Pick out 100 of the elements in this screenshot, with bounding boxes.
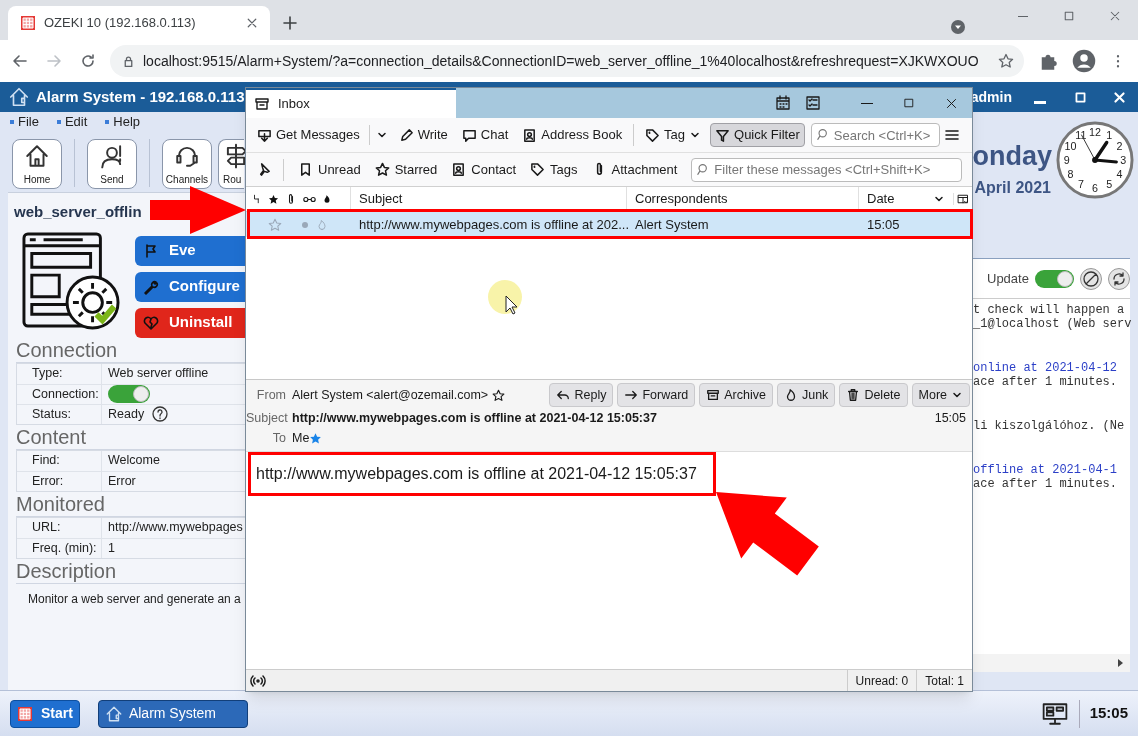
toggle-switch[interactable] xyxy=(1034,269,1075,288)
forward-icon xyxy=(46,53,62,69)
menu-item[interactable]: File xyxy=(18,112,39,132)
toolbar-button[interactable]: Tag xyxy=(640,123,707,147)
tag-icon xyxy=(645,127,661,143)
toolbar-button[interactable]: Channels xyxy=(162,139,212,189)
header-label: Subject xyxy=(246,409,289,427)
sender-address: Alert System <alert@ozemail.com> xyxy=(292,386,489,404)
log-line: online at 2021-04-12 xyxy=(973,361,1119,375)
inbox-tab[interactable]: Inbox xyxy=(246,88,456,118)
toolbar-button[interactable]: Chat xyxy=(456,123,514,147)
message-action-button[interactable]: Archive xyxy=(699,383,773,407)
download-tray-icon xyxy=(257,127,272,143)
message-action-button[interactable]: Reply xyxy=(549,383,614,407)
stop-button[interactable] xyxy=(1080,267,1103,290)
start-button[interactable]: Start xyxy=(10,699,80,728)
toolbar-button[interactable]: Address Book xyxy=(517,123,628,147)
filter-button[interactable]: Starred xyxy=(374,159,438,180)
minimize-icon xyxy=(1034,100,1046,104)
scroll-right-icon[interactable] xyxy=(1116,659,1124,667)
message-action-button[interactable]: More xyxy=(911,383,970,407)
field-value: 1 xyxy=(108,539,115,557)
calendar-icon xyxy=(775,95,791,111)
correspondent-cell-text: Alert System xyxy=(634,215,710,234)
field-value: http://www.mywebpages xyxy=(108,519,243,537)
cursor-highlight-drawing xyxy=(488,280,522,316)
pencil-icon xyxy=(398,127,414,143)
filter-button[interactable]: Contact xyxy=(451,159,517,180)
action-button[interactable]: Configure xyxy=(135,271,245,302)
log-line: li kiszolgálóhoz. (Ne xyxy=(973,419,1126,433)
toolbar-button[interactable]: Home xyxy=(12,139,62,189)
star-outline-icon xyxy=(492,388,506,402)
bullet-icon xyxy=(10,120,14,124)
dot-icon xyxy=(302,221,308,228)
minimize-icon xyxy=(861,102,873,104)
taskbar-app-button[interactable]: Alarm System xyxy=(97,699,248,728)
user-name: admin xyxy=(970,87,1012,107)
field-label: URL: xyxy=(31,519,62,537)
filter-button[interactable]: Attachment xyxy=(591,159,678,180)
star-icon xyxy=(374,162,390,177)
menu-item[interactable]: Help xyxy=(113,112,141,132)
column-header[interactable]: Subject xyxy=(350,187,626,211)
message-action-button[interactable]: Delete xyxy=(839,383,908,407)
help-icon xyxy=(152,406,169,422)
close-icon xyxy=(1109,10,1121,22)
refresh-button[interactable] xyxy=(1108,267,1130,290)
toolbar-button[interactable]: Get Messages xyxy=(252,123,365,147)
message-time: 15:05 xyxy=(934,409,967,427)
broken-heart-icon xyxy=(143,314,159,331)
toggle-switch[interactable] xyxy=(108,385,150,403)
star-icon xyxy=(268,193,279,205)
lock-icon xyxy=(122,54,135,68)
log-line: _1@localhost (Web serv xyxy=(973,317,1130,331)
action-button[interactable]: Eve xyxy=(135,235,245,266)
search-field[interactable]: Search <Ctrl+K> xyxy=(810,123,940,147)
message-action-button[interactable]: Forward xyxy=(617,383,696,407)
menu-icon xyxy=(944,127,960,143)
field-value: Web server offline xyxy=(108,365,209,383)
field-label: Status: xyxy=(31,405,72,423)
profile-icon[interactable] xyxy=(1072,49,1096,73)
close-icon xyxy=(1113,90,1126,104)
new-tab-icon xyxy=(282,15,298,31)
filter-button[interactable]: Tags xyxy=(530,159,578,180)
toolbar-button[interactable]: Send xyxy=(87,139,137,189)
app-title: Alarm System - 192.168.0.113 xyxy=(36,86,245,107)
antenna-icon xyxy=(250,672,266,689)
log-line: t check will happen a xyxy=(973,303,1126,317)
flag-icon xyxy=(143,242,159,259)
date-text: April 2021 xyxy=(974,178,1051,198)
bullet-icon xyxy=(105,120,110,124)
house-phone-icon xyxy=(104,704,123,723)
close-icon xyxy=(945,96,958,110)
trash-icon xyxy=(846,388,861,402)
filter-button[interactable]: Unread xyxy=(298,159,361,180)
toolbar-button[interactable]: Quick Filter xyxy=(710,123,805,147)
maximize-icon xyxy=(903,97,915,109)
address-bar[interactable]: localhost:9515/Alarm+System/?a=connection_details&ConnectionID=web_server_offline_1%40localhost&refreshrequest=XJKWXOUO xyxy=(110,45,1024,77)
browser-tab[interactable]: OZEKI 10 (192.168.0.113) xyxy=(8,6,270,40)
header-label: To xyxy=(271,429,287,447)
star-icon xyxy=(998,53,1014,69)
bookmark-icon xyxy=(298,162,313,177)
field-label: Find: xyxy=(31,452,61,470)
archive-icon xyxy=(706,388,721,402)
star-icon xyxy=(309,431,323,445)
contact-card-icon xyxy=(451,162,467,177)
tab-search-icon[interactable] xyxy=(950,19,966,35)
toolbar-button[interactable]: Write xyxy=(393,123,453,147)
subject-cell-text: http://www.mywebpages.com is offline at 202... xyxy=(358,215,626,234)
column-header[interactable]: Correspondents xyxy=(626,187,858,211)
toolbar-button[interactable]: Rou xyxy=(218,139,244,189)
weekday-text: onday xyxy=(972,143,1052,170)
update-label: Update xyxy=(987,269,1029,288)
column-header[interactable]: Date xyxy=(858,187,933,211)
action-button[interactable]: Uninstall xyxy=(135,307,245,338)
message-action-button[interactable]: Junk xyxy=(776,383,836,407)
menu-item[interactable]: Edit xyxy=(64,112,88,132)
message-row[interactable]: http://www.mywebpages.com is offline at 202... Alert System 15:05 xyxy=(246,212,972,237)
analog-clock-drawing: 11 12 1 10 2 9 3 8 4 7 6 5 xyxy=(1056,121,1134,199)
filter-field[interactable]: Filter these messages <Ctrl+Shift+K> xyxy=(691,157,962,182)
monitor-icon xyxy=(1040,700,1069,727)
